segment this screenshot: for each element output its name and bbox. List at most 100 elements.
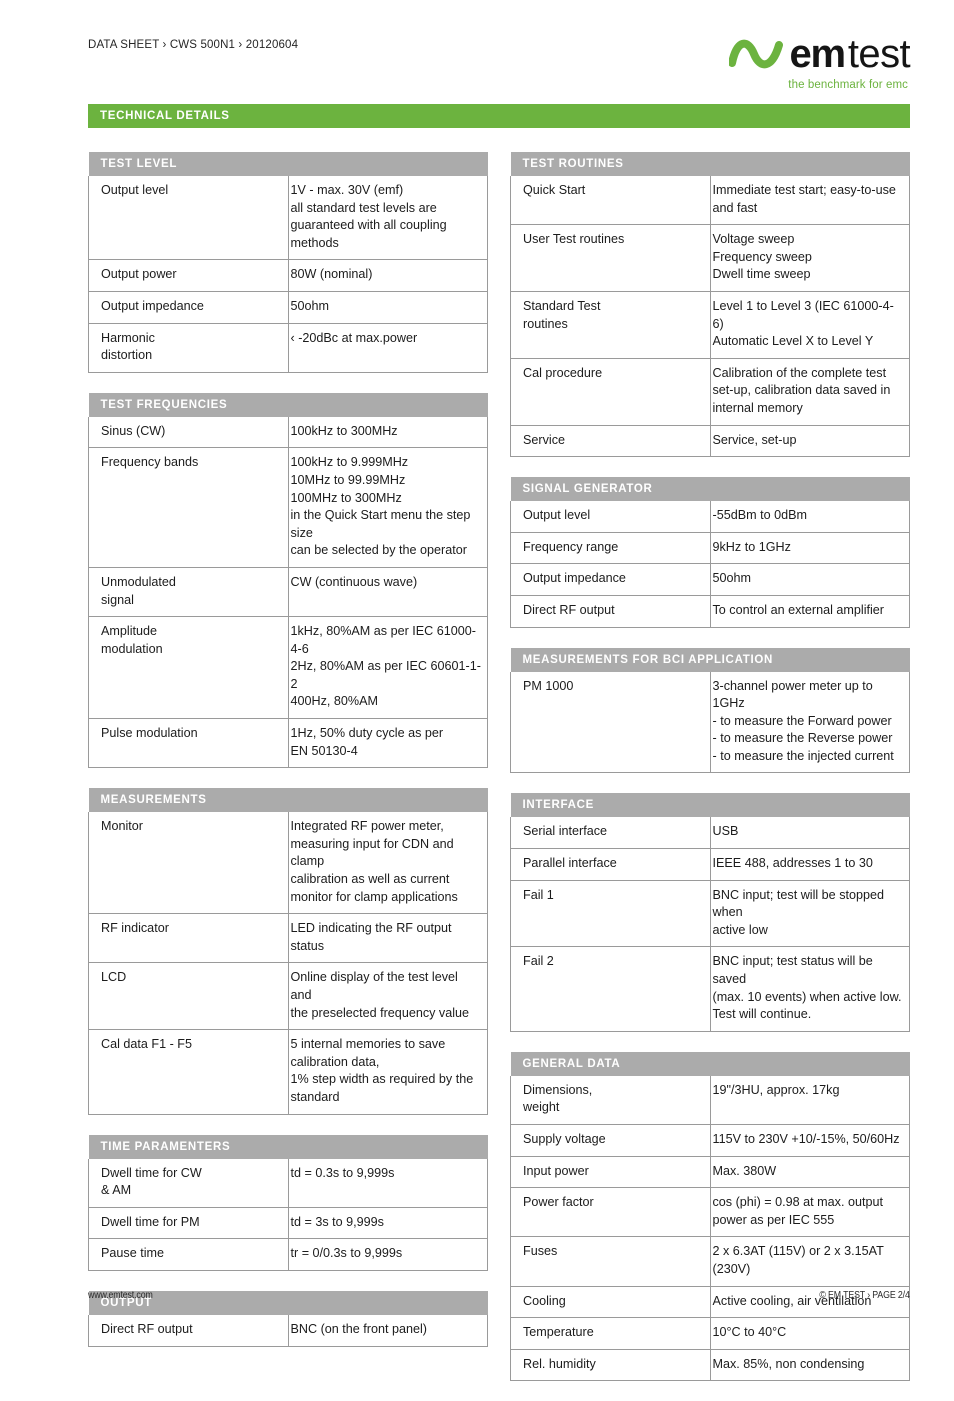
table-row: PM 1000 3-channel power meter up to 1GHz … [510,671,910,774]
spec-value: CW (continuous wave) [287,567,488,618]
spec-key: Harmonic distortion [88,323,289,373]
spec-table: TEST LEVEL Output level 1V - max. 30V (emf… [88,152,488,373]
table-row: Monitor Integrated RF power meter, measur… [88,812,488,915]
spec-key: Frequency bands [88,447,289,568]
table-row: Service Service, set-up [510,425,910,458]
spec-value: 3-channel power meter up to 1GHz - to me… [709,671,910,774]
table-row: Amplitude modulation 1kHz, 80%AM as per I… [88,616,488,720]
spec-table-title: MEASUREMENTS FOR BCI APPLICATION [510,647,910,672]
spec-table-header-row: MEASUREMENTS [88,788,488,813]
table-row: Fuses 2 x 6.3AT (115V) or 2 x 3.15AT (230… [510,1236,910,1287]
page-footer: www.emtest.com © EM TEST › PAGE 2/4 [88,1290,910,1306]
spec-table: TEST FREQUENCIES Sinus (CW) 100kHz to 300M… [88,392,488,769]
spec-key: Serial interface [510,817,711,850]
spec-key: Dwell time for PM [88,1207,289,1240]
spec-value: 100kHz to 300MHz [287,416,488,449]
spec-table: GENERAL DATA Dimensions, weight 19"/3HU, a… [510,1051,910,1382]
spec-table: MEASUREMENTS FOR BCI APPLICATION PM 1000 3… [510,647,910,774]
spec-value: Immediate test start; easy-to-use and fa… [709,176,910,226]
table-row: Cal data F1 - F5 5 internal memories to s… [88,1029,488,1115]
spec-table: TEST ROUTINES Quick Start Immediate test s… [510,152,910,458]
spec-key: Temperature [510,1317,711,1350]
spec-value: -55dBm to 0dBm [709,501,910,533]
spec-table-title: MEASUREMENTS [88,788,488,813]
spec-value: ‹ -20dBc at max.power [287,323,488,373]
spec-value: Online display of the test level and the… [287,962,488,1031]
spec-value: 80W (nominal) [287,259,488,292]
green-wave-icon [728,39,783,69]
table-row: Frequency range 9kHz to 1GHz [510,532,910,565]
spec-columns: TEST LEVEL Output level 1V - max. 30V (emf… [88,152,910,1401]
spec-value: BNC input; test status will be saved (ma… [709,946,910,1032]
spec-key: Output impedance [510,563,711,596]
table-row: Output impedance 50ohm [88,291,488,324]
spec-value: To control an external amplifier [709,595,910,628]
technical-details-banner: TECHNICAL DETAILS [88,104,910,128]
spec-value: IEEE 488, addresses 1 to 30 [709,848,910,881]
spec-key: Amplitude modulation [88,616,289,720]
spec-table-title: SIGNAL GENERATOR [510,477,910,502]
spec-value: Max. 85%, non condensing [709,1349,910,1382]
table-row: Standard Test routines Level 1 to Level 3… [510,291,910,359]
spec-key: PM 1000 [510,671,711,774]
spec-table-title: TEST ROUTINES [510,152,910,176]
spec-table: TIME PARAMENTERS Dwell time for CW & AM td… [88,1134,488,1271]
table-row: Output power 80W (nominal) [88,259,488,292]
spec-value: td = 0.3s to 9,999s [287,1158,488,1208]
spec-key: Rel. humidity [510,1349,711,1382]
spec-value: 1V - max. 30V (emf) all standard test le… [287,176,488,261]
table-row: Parallel interface IEEE 488, addresses 1 … [510,848,910,881]
table-row: Cal procedure Calibration of the complete… [510,358,910,426]
spec-key: Direct RF output [88,1314,289,1347]
spec-value: cos (phi) = 0.98 at max. output power as… [709,1187,910,1238]
table-row: Direct RF output BNC (on the front panel) [88,1314,488,1347]
spec-key: Supply voltage [510,1124,711,1157]
spec-table-header-row: MEASUREMENTS FOR BCI APPLICATION [510,647,910,672]
datasheet-page: DATA SHEET › CWS 500N1 › 20120604 em tes… [0,0,954,1382]
spec-key: Dwell time for CW & AM [88,1158,289,1208]
spec-value: Calibration of the complete test set-up,… [709,358,910,426]
table-row: Temperature 10°C to 40°C [510,1317,910,1350]
spec-value: 50ohm [287,291,488,324]
spec-key: Output level [88,176,289,261]
spec-key: Quick Start [510,176,711,226]
table-row: Input power Max. 380W [510,1156,910,1189]
spec-key: Fuses [510,1236,711,1287]
spec-value: BNC (on the front panel) [287,1314,488,1347]
table-row: Output level 1V - max. 30V (emf) all stan… [88,176,488,261]
spec-table-header-row: TEST FREQUENCIES [88,392,488,417]
spec-value: td = 3s to 9,999s [287,1207,488,1240]
emtest-logo: em test the benchmark for emc [700,32,911,98]
spec-key: Power factor [510,1187,711,1238]
spec-value: 100kHz to 9.999MHz 10MHz to 99.99MHz 100… [287,447,488,568]
spec-key: RF indicator [88,913,289,964]
spec-table-header-row: TEST LEVEL [88,152,488,176]
spec-table: SIGNAL GENERATOR Output level -55dBm to 0d… [510,477,910,628]
table-row: Frequency bands 100kHz to 9.999MHz 10MHz … [88,447,488,568]
logo-em-text: em [789,32,847,76]
spec-key: Direct RF output [510,595,711,628]
table-row: Dwell time for CW & AM td = 0.3s to 9,999… [88,1158,488,1208]
spec-key: Unmodulated signal [88,567,289,618]
spec-key: User Test routines [510,224,711,292]
table-row: Supply voltage 115V to 230V +10/-15%, 50/… [510,1124,910,1157]
spec-value: 5 internal memories to save calibration … [287,1029,488,1115]
spec-value: BNC input; test will be stopped when act… [709,880,910,948]
table-row: LCD Online display of the test level and … [88,962,488,1031]
logo-test-text: test [847,32,911,76]
spec-key: Fail 2 [510,946,711,1032]
table-row: Fail 1 BNC input; test will be stopped wh… [510,880,910,948]
spec-key: Cal data F1 - F5 [88,1029,289,1115]
table-row: Quick Start Immediate test start; easy-to… [510,176,910,226]
table-row: Output level -55dBm to 0dBm [510,501,910,533]
table-row: User Test routines Voltage sweep Frequenc… [510,224,910,292]
spec-key: Frequency range [510,532,711,565]
spec-value: LED indicating the RF output status [287,913,488,964]
footer-website[interactable]: www.emtest.com [88,1290,153,1301]
spec-value: 1kHz, 80%AM as per IEC 61000-4-6 2Hz, 80… [287,616,488,720]
table-row: Fail 2 BNC input; test status will be sav… [510,946,910,1032]
spec-key: Sinus (CW) [88,416,289,449]
table-row: Sinus (CW) 100kHz to 300MHz [88,416,488,449]
spec-table: INTERFACE Serial interface USB Parallel int… [510,793,910,1032]
table-row: Unmodulated signal CW (continuous wave) [88,567,488,618]
